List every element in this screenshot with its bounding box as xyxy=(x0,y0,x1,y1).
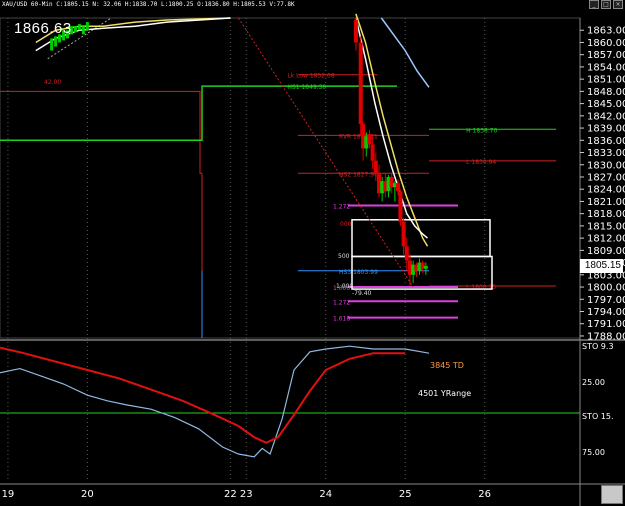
candle-body xyxy=(373,160,378,173)
candle-body xyxy=(81,26,85,35)
annotation-label: 1.000 xyxy=(336,283,353,290)
price-tick-label: 1815.00 xyxy=(587,221,625,232)
window-title-bar[interactable]: XAU/USD 60-Min C:1805.15 N: 32.06 H:1838… xyxy=(0,0,625,9)
timeframe-label: 60-Min xyxy=(30,1,53,8)
level-label: L 1830.94 xyxy=(466,159,496,166)
minimize-button[interactable]: _ xyxy=(589,0,599,9)
ohlc-readout: C:1805.15 N: 32.06 H:1838.70 L:1800.25 O… xyxy=(56,1,295,8)
price-tick-label: 1821.00 xyxy=(587,197,625,208)
price-tick-label: 1854.00 xyxy=(587,62,625,73)
price-tick-label: 1812.00 xyxy=(587,234,625,245)
price-tick-label: 1797.00 xyxy=(587,295,625,306)
annotation-label: 42.00 xyxy=(44,79,61,86)
price-tick-label: 1842.00 xyxy=(587,111,625,122)
zone-box xyxy=(351,219,491,258)
price-tick-label: 1848.00 xyxy=(587,87,625,98)
fib-label: 1.618 xyxy=(333,316,350,323)
oscillator-line xyxy=(0,345,430,458)
time-tick-label: 23 xyxy=(240,489,253,500)
level-label: Lk Low 1852.08 xyxy=(287,73,334,80)
price-tick-label: 1857.00 xyxy=(587,50,625,61)
fib-label: 1.272 xyxy=(333,299,350,306)
price-tick-label: 1818.00 xyxy=(587,209,625,220)
candle-body xyxy=(85,22,89,31)
moving-average-line xyxy=(380,17,430,88)
indicator-label: 3845 TD xyxy=(430,361,464,370)
time-tick-label: 19 xyxy=(2,489,15,500)
price-tick-label: 1839.00 xyxy=(587,124,625,135)
candle-body xyxy=(73,26,77,33)
osc-axis-label: STO 9.3 xyxy=(582,342,614,351)
candle-body xyxy=(401,221,406,247)
candle-body xyxy=(396,183,401,192)
candle-body xyxy=(353,20,358,43)
level-label: HS2 1827.90 xyxy=(339,171,378,178)
scroll-right-button[interactable] xyxy=(601,485,623,504)
fib-label: 1.272 xyxy=(333,204,350,211)
red-step-line xyxy=(0,90,202,174)
candle-body xyxy=(77,24,81,31)
candle-body xyxy=(50,38,54,51)
close-button[interactable]: × xyxy=(613,0,623,9)
time-tick-label: 22 xyxy=(224,489,237,500)
price-tick-label: 1791.00 xyxy=(587,319,625,330)
candle-body xyxy=(370,144,375,161)
price-tick-label: 1830.00 xyxy=(587,160,625,171)
candle-body xyxy=(404,246,409,261)
price-tick-label: 1863.00 xyxy=(587,26,625,37)
green-step-line xyxy=(0,85,397,142)
price-tick-label: 1794.00 xyxy=(587,307,625,318)
time-tick-label: 24 xyxy=(319,489,332,500)
annotation-label: 000 xyxy=(340,221,352,228)
level-label: H 1838.70 xyxy=(466,127,497,134)
candle-body xyxy=(398,191,403,222)
oscillator-line xyxy=(0,346,406,444)
indicator-label: 4501 YRange xyxy=(418,389,471,398)
candle-body xyxy=(358,42,363,124)
price-tick-label: 1845.00 xyxy=(587,99,625,110)
level-label: HS1 1849.30 xyxy=(287,84,326,91)
price-tick-label: 1827.00 xyxy=(587,172,625,183)
candle-body xyxy=(54,36,58,47)
candle-body xyxy=(423,266,428,269)
osc-axis-label: 75.00 xyxy=(582,448,605,457)
chart-canvas: 1863.001860.001857.001854.00 1851.001848.… xyxy=(0,13,625,506)
annotation-label: 500 xyxy=(338,253,350,260)
candle-body xyxy=(367,134,372,145)
last-price-display: 1866.63 xyxy=(14,20,72,37)
annotation-label: -79.40 xyxy=(352,290,372,297)
level-label: HS3 1803.99 xyxy=(339,269,378,276)
moving-average-line xyxy=(355,13,429,247)
osc-axis-label: 25.00 xyxy=(582,378,605,387)
price-tick-label: 1800.00 xyxy=(587,283,625,294)
time-tick-label: 26 xyxy=(478,489,491,500)
price-tick-label: 1809.00 xyxy=(587,246,625,257)
maximize-button[interactable]: □ xyxy=(601,0,611,9)
window-controls: _ □ × xyxy=(589,0,623,9)
price-tick-label: 1833.00 xyxy=(587,148,625,159)
current-price-flag: 1805.15 xyxy=(580,259,623,273)
price-tick-label: 1836.00 xyxy=(587,136,625,147)
price-tick-label: 1788.00 xyxy=(587,331,625,342)
time-tick-label: 25 xyxy=(399,489,412,500)
price-tick-label: 1851.00 xyxy=(587,75,625,86)
symbol-label: XAU/USD xyxy=(2,1,28,8)
osc-axis-label: STO 15. xyxy=(582,412,614,421)
price-tick-label: 1860.00 xyxy=(587,38,625,49)
time-tick-label: 20 xyxy=(81,489,94,500)
price-tick-label: 1824.00 xyxy=(587,185,625,196)
